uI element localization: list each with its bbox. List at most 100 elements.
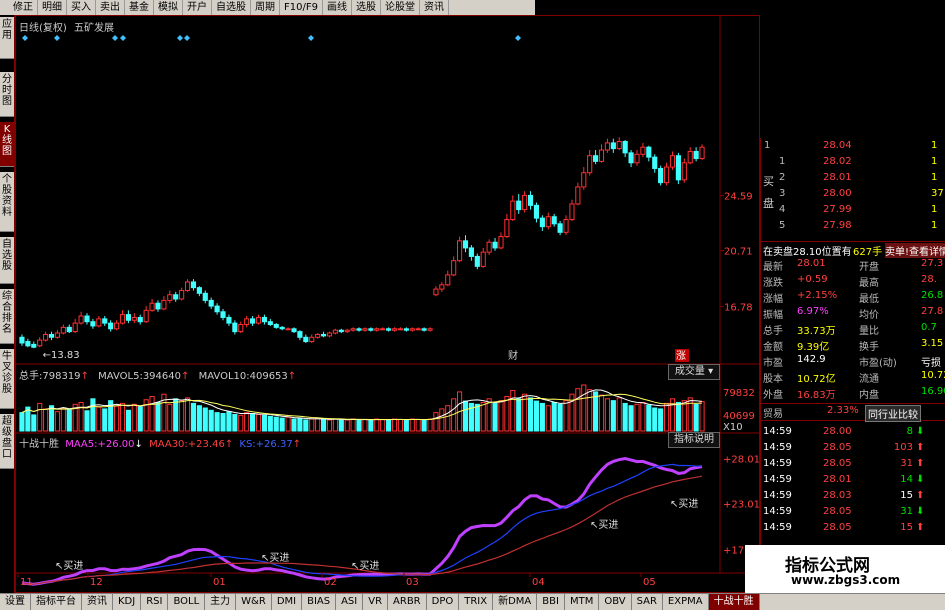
toolbar-button[interactable]: 模拟 (154, 0, 183, 15)
price-axis: 24.59 20.71 16.78 ←13.83 财 涨 (43, 192, 753, 362)
candle (640, 142, 646, 158)
left-tab[interactable]: 超级盘口 (0, 414, 14, 469)
toolbar-button[interactable]: 画线 (323, 0, 352, 15)
quote-stat-value: 0.7 (921, 322, 937, 333)
up-arrow-icon: ↑ (292, 439, 302, 450)
indicator-tab[interactable]: EXPMA (663, 594, 709, 610)
tick-price: 28.00 (823, 426, 852, 437)
candle (604, 138, 610, 153)
period-label: 日线(复权) (19, 23, 67, 34)
quote-stat-label: 开盘 (859, 262, 879, 273)
indicator-tab[interactable]: BBI (537, 594, 565, 610)
indicator-tab[interactable]: MTM (565, 594, 600, 610)
candle (261, 314, 267, 325)
volume-bar (663, 402, 670, 432)
candle-body (356, 328, 362, 331)
event-diamond-icon[interactable] (120, 35, 126, 41)
buy-signal: ↖买进 (261, 552, 289, 564)
volume-bar (261, 414, 267, 432)
volume-bar (681, 400, 687, 432)
indicator-tab[interactable]: ASI (336, 594, 364, 610)
event-diamond-icon[interactable] (184, 35, 190, 41)
candle (598, 144, 605, 163)
indicator-tab[interactable]: 设置 (0, 594, 31, 610)
event-diamond-icon[interactable] (177, 35, 183, 41)
toolbar-button[interactable]: 资讯 (420, 0, 449, 15)
buy-signal: ↖买进 (55, 560, 83, 572)
indicator-tab[interactable]: ARBR (388, 594, 427, 610)
candle (433, 286, 439, 297)
tick-volume: 15 (900, 490, 913, 501)
left-tab[interactable]: 牛叉诊股 (0, 349, 14, 409)
left-tab[interactable]: 分时图 (0, 72, 14, 117)
up-arrow-icon: ↑ (224, 439, 234, 450)
indicator-tab[interactable]: 指标平台 (31, 594, 82, 610)
tick-row: 14:59 28.05 15 ⬆ (761, 521, 945, 537)
volume-tick: 40699 (723, 411, 755, 422)
event-diamond-icon[interactable] (515, 35, 521, 41)
quote-stat-label: 金额 (763, 342, 783, 353)
event-diamond-icon[interactable] (112, 35, 118, 41)
indicator-tab[interactable]: 十战十胜 (708, 594, 760, 610)
maa5-value: +26.00 (97, 439, 135, 450)
finance-event-marker[interactable]: 财 (508, 349, 518, 362)
indicator-tab[interactable]: RSI (141, 594, 169, 610)
candle-body (238, 324, 244, 333)
indicator-tab[interactable]: VR (363, 594, 389, 610)
indicator-tab[interactable]: SAR (632, 594, 663, 610)
toolbar-button[interactable]: 开户 (183, 0, 212, 15)
candle (492, 237, 498, 251)
left-tab[interactable]: 自选股 (0, 237, 14, 284)
toolbar-button[interactable]: 卖出 (96, 0, 125, 15)
candle-body (652, 156, 658, 169)
indicator-tab[interactable]: TRIX (459, 594, 494, 610)
left-tab[interactable]: 个股资料 (0, 172, 14, 232)
toolbar-button[interactable]: 选股 (352, 0, 381, 15)
indicator-tab[interactable]: BOLL (168, 594, 206, 610)
indicator-tab[interactable]: DPO (427, 594, 460, 610)
event-diamond-icon[interactable] (308, 35, 314, 41)
limit-event-marker[interactable]: 涨 (676, 350, 686, 362)
indicator-tab[interactable]: 新DMA (493, 594, 538, 610)
left-tab[interactable]: K线图 (0, 122, 14, 167)
toolbar-button[interactable]: 周期 (251, 0, 280, 15)
left-tab[interactable]: 应用 (0, 17, 14, 59)
left-tab[interactable]: 综合排名 (0, 289, 14, 344)
indicator-tab[interactable]: BIAS (302, 594, 337, 610)
candle (451, 256, 457, 277)
indicator-tab[interactable]: DMI (272, 594, 303, 610)
toolbar-button[interactable]: 自选股 (212, 0, 251, 15)
candle (510, 195, 516, 221)
event-diamond-icon[interactable] (22, 35, 28, 41)
candle-body (699, 146, 705, 160)
volume-bar (43, 408, 49, 432)
indicator-tab[interactable]: W&R (236, 594, 272, 610)
toolbar-button[interactable]: 明细 (38, 0, 67, 15)
toolbar-button[interactable]: 论股堂 (381, 0, 420, 15)
indicator-help-button[interactable]: 指标说明 (668, 432, 720, 448)
candle (131, 313, 137, 324)
toolbar-button[interactable]: 修正 (9, 0, 38, 15)
peer-compare-button[interactable]: 同行业比较 (865, 405, 921, 422)
candle (66, 324, 72, 334)
indicator-tab[interactable]: 资讯 (82, 594, 113, 610)
order-level: 2 (779, 172, 786, 183)
indicator-tab[interactable]: KDJ (113, 594, 142, 610)
toolbar-button[interactable]: 基金 (125, 0, 154, 15)
indicator-tab[interactable]: 主力 (205, 594, 237, 610)
order-volume: 1 (931, 140, 938, 151)
indicator-tab[interactable]: OBV (599, 594, 632, 610)
candle-body (551, 216, 557, 225)
candle-body (202, 292, 208, 301)
toolbar-button[interactable]: 买入 (67, 0, 96, 15)
candle (332, 328, 338, 335)
quote-stat-label: 外盘 (763, 390, 783, 401)
indicator-tick: +23.01 (723, 499, 760, 510)
volume-type-dropdown[interactable]: 成交量 ▾ (668, 364, 720, 380)
candle-body (96, 318, 102, 327)
toolbar-button[interactable]: F10/F9 (280, 0, 323, 15)
notice-detail-button[interactable]: 卖单!查看详情 (885, 243, 945, 258)
tick-row: 14:59 28.05 31 ⬆ (761, 457, 945, 473)
chart-area[interactable]: 24.59 20.71 16.78 ←13.83 财 涨 79832 40699X10 ↖买… (15, 15, 760, 593)
event-diamond-icon[interactable] (54, 35, 60, 41)
